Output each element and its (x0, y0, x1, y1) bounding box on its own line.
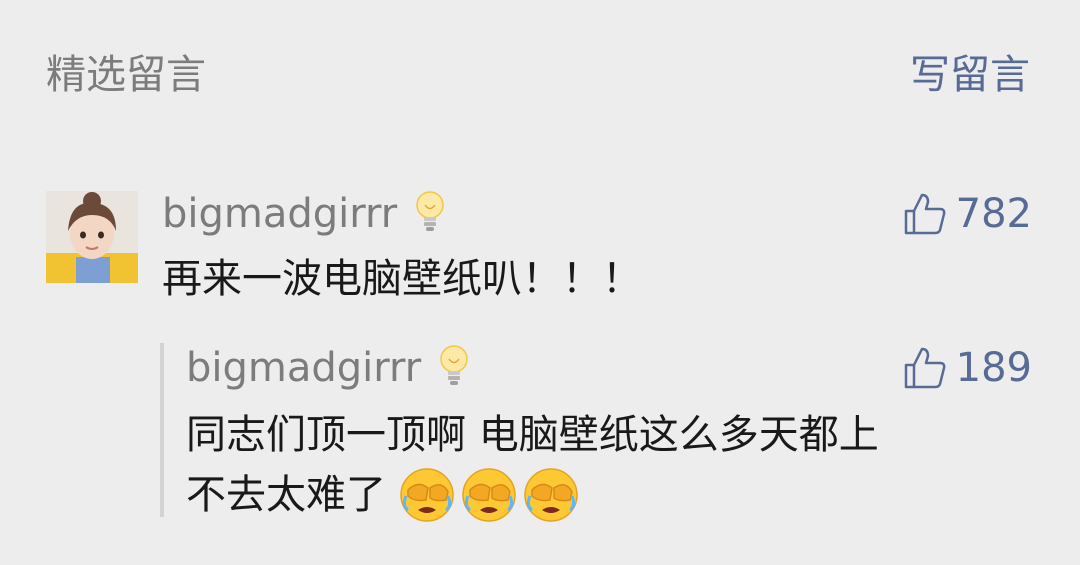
section-title: 精选留言 (46, 52, 206, 98)
reply-like-count: 189 (955, 345, 1032, 391)
lightbulb-icon (416, 191, 444, 231)
avatar-image (46, 191, 138, 283)
comment-like-button[interactable]: 782 (902, 189, 1032, 239)
facepalm-cry-emoji (400, 468, 454, 522)
comment-username[interactable]: bigmadgirrr (162, 191, 397, 237)
avatar[interactable] (46, 191, 138, 283)
emoji-row (394, 466, 580, 524)
lightbulb-icon (440, 345, 468, 385)
thumbs-up-icon (904, 193, 946, 235)
comment-like-count: 782 (955, 191, 1032, 237)
comment-text: 再来一波电脑壁纸叭！！！ (162, 256, 642, 302)
comment-username-row: bigmadgirrr (162, 187, 446, 239)
write-comment-button[interactable]: 写留言 (910, 50, 1030, 100)
reply-username-row: bigmadgirrr (186, 341, 470, 393)
reply-username[interactable]: bigmadgirrr (186, 345, 421, 391)
reply-indent-bar (160, 343, 164, 517)
reply-text-line-2-row: 不去太难了 (186, 464, 580, 526)
reply-text-line-2: 不去太难了 (186, 472, 386, 518)
reply-like-button[interactable]: 189 (902, 343, 1032, 393)
facepalm-cry-emoji (524, 468, 578, 522)
thumbs-up-icon (904, 347, 946, 389)
facepalm-cry-emoji (462, 468, 516, 522)
reply-text-line-1: 同志们顶一顶啊 电脑壁纸这么多天都上 (186, 412, 879, 458)
